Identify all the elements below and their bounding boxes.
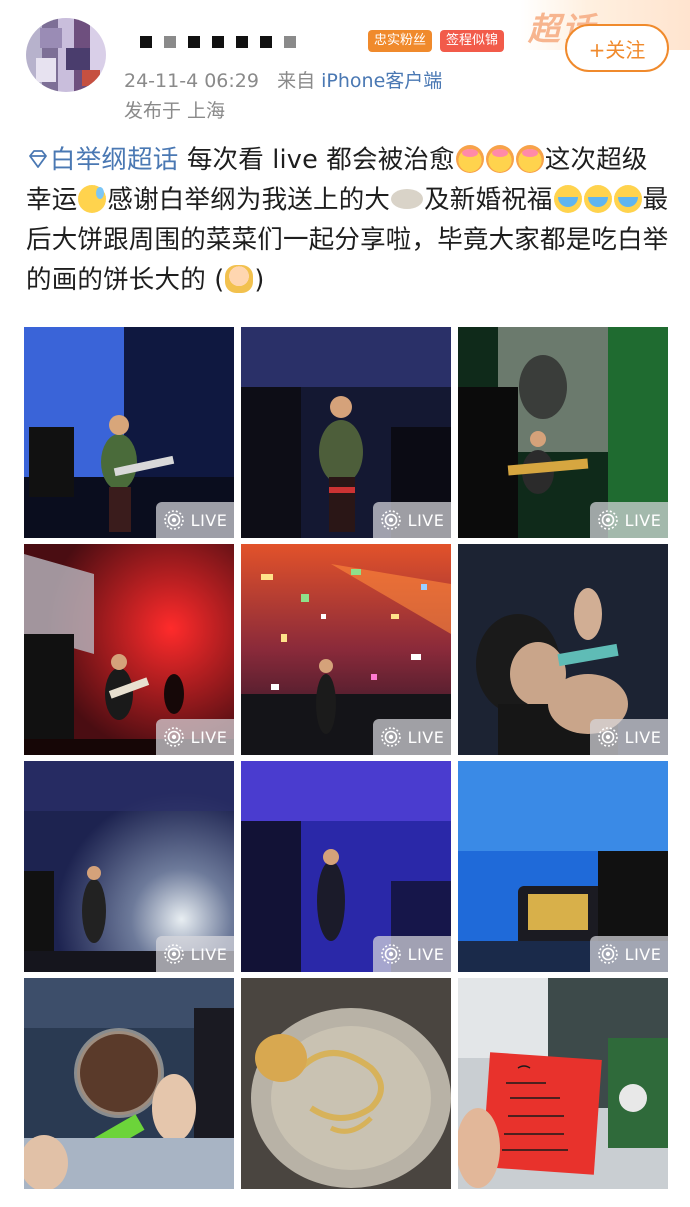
photo-grid: LIVE LIVE LIVE LIVE LIVE LIVE LIVE LIVE … (24, 327, 670, 1189)
photo-tile[interactable]: LIVE (24, 761, 234, 972)
post-meta: 24-11-4 06:29 来自 iPhone客户端 (124, 66, 442, 93)
live-photo-badge[interactable]: LIVE (373, 719, 451, 755)
live-icon (380, 510, 401, 530)
sweat-smile-emoji-icon (78, 185, 107, 213)
live-label: LIVE (407, 727, 445, 747)
live-photo-badge[interactable]: LIVE (156, 719, 234, 755)
photo-tile[interactable]: LIVE (241, 327, 451, 538)
supertopic-link[interactable]: 白举纲超话 (26, 145, 179, 175)
live-label: LIVE (190, 727, 228, 747)
photo-tile[interactable]: LIVE (458, 761, 668, 972)
photo-tile[interactable]: LIVE (24, 327, 234, 538)
party-emoji-icon (515, 145, 544, 173)
source-prefix: 来自 (277, 70, 316, 92)
crying-emoji-icon (553, 185, 582, 213)
live-label: LIVE (624, 944, 662, 964)
live-icon (380, 727, 401, 747)
weibo-post-card: 超话 忠实粉丝 签程似锦 +关注 24-11-4 06:29 来自 iPhone… (0, 0, 690, 1207)
crying-emoji-icon (613, 185, 642, 213)
live-label: LIVE (190, 944, 228, 964)
photo-tile[interactable]: LIVE (458, 544, 668, 755)
live-label: LIVE (407, 944, 445, 964)
baby-emoji-icon (225, 265, 254, 293)
supertopic-label: 白举纲超话 (50, 145, 179, 175)
live-label: LIVE (190, 510, 228, 530)
live-icon (380, 944, 401, 964)
live-photo-badge[interactable]: LIVE (156, 502, 234, 538)
fan-badge[interactable]: 忠实粉丝 (368, 30, 433, 52)
live-photo-badge[interactable]: LIVE (156, 936, 234, 972)
photo-tile[interactable]: LIVE (241, 761, 451, 972)
wedding-card-photo (458, 978, 668, 1189)
event-badge[interactable]: 签程似锦 (440, 30, 505, 52)
post-timestamp: 24-11-4 06:29 (124, 70, 259, 92)
photo-tile[interactable] (458, 978, 668, 1189)
photo-tile[interactable] (241, 978, 451, 1189)
post-text: 白举纲超话 每次看 live 都会被治愈 这次超级幸运 感谢白举纲为我送上的大 及新婚… (26, 140, 671, 300)
live-icon (163, 510, 184, 530)
photo-tile[interactable]: LIVE (458, 327, 668, 538)
live-photo-badge[interactable]: LIVE (590, 719, 668, 755)
live-label: LIVE (407, 510, 445, 530)
post-location: 发布于 上海 (124, 100, 226, 122)
crying-emoji-icon (583, 185, 612, 213)
follow-button[interactable]: +关注 (565, 24, 669, 72)
post-text-segment: ) (254, 265, 265, 295)
post-text-segment: 及新婚祝福 (424, 185, 553, 215)
party-emoji-icon (485, 145, 514, 173)
live-icon (597, 727, 618, 747)
live-label: LIVE (624, 727, 662, 747)
live-photo-badge[interactable]: LIVE (373, 936, 451, 972)
bottom-spacer (0, 1189, 690, 1207)
photo-tile[interactable] (24, 978, 234, 1189)
avatar[interactable] (26, 18, 106, 92)
live-photo-badge[interactable]: LIVE (590, 936, 668, 972)
party-emoji-icon (455, 145, 484, 173)
pancake-gift-photo (24, 978, 234, 1189)
post-text-segment: 每次看 live 都会被治愈 (186, 145, 455, 175)
live-icon (163, 727, 184, 747)
post-text-segment: 感谢白举纲为我送上的大 (107, 185, 391, 215)
username-redacted[interactable] (140, 36, 296, 48)
source-link[interactable]: iPhone客户端 (321, 70, 442, 92)
live-photo-badge[interactable]: LIVE (373, 502, 451, 538)
live-icon (597, 510, 618, 530)
live-icon (597, 944, 618, 964)
pancake-closeup-photo (241, 978, 451, 1189)
photo-tile[interactable]: LIVE (241, 544, 451, 755)
live-icon (163, 944, 184, 964)
live-label: LIVE (624, 510, 662, 530)
pancake-emoji-icon (391, 189, 424, 209)
photo-tile[interactable]: LIVE (24, 544, 234, 755)
live-photo-badge[interactable]: LIVE (590, 502, 668, 538)
diamond-icon (29, 150, 47, 168)
